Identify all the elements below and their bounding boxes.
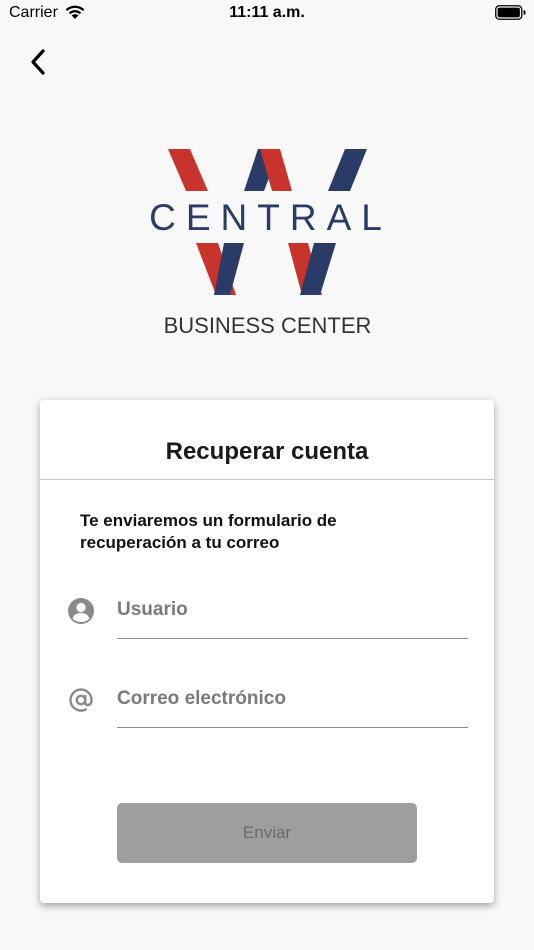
email-input[interactable] [117,679,468,719]
username-input[interactable] [117,590,468,630]
clock: 11:11 a.m. [229,4,305,21]
divider [40,479,494,480]
logo: CENTRAL BUSINESS CENTER [130,145,405,345]
recover-card: Recuperar cuenta Te enviaremos un formul… [40,400,494,903]
logo-central-text: CENTRAL [149,197,392,238]
card-description: Te enviaremos un formulario de recuperac… [80,511,337,552]
user-circle-icon [67,597,95,625]
chevron-left-icon [31,49,45,75]
logo-subtitle: BUSINESS CENTER [163,313,372,338]
card-title: Recuperar cuenta [165,438,369,465]
email-field[interactable] [117,679,468,728]
battery-icon [495,5,527,26]
back-button[interactable] [20,44,56,80]
submit-button[interactable]: Enviar [117,803,417,863]
status-bar: Carrier 11:11 a.m. [0,0,534,30]
username-field[interactable] [117,590,468,639]
at-sign-icon [67,686,95,714]
recover-account-screen: Carrier 11:11 a.m. CENTRAL BUSINESS CENT… [0,0,534,950]
